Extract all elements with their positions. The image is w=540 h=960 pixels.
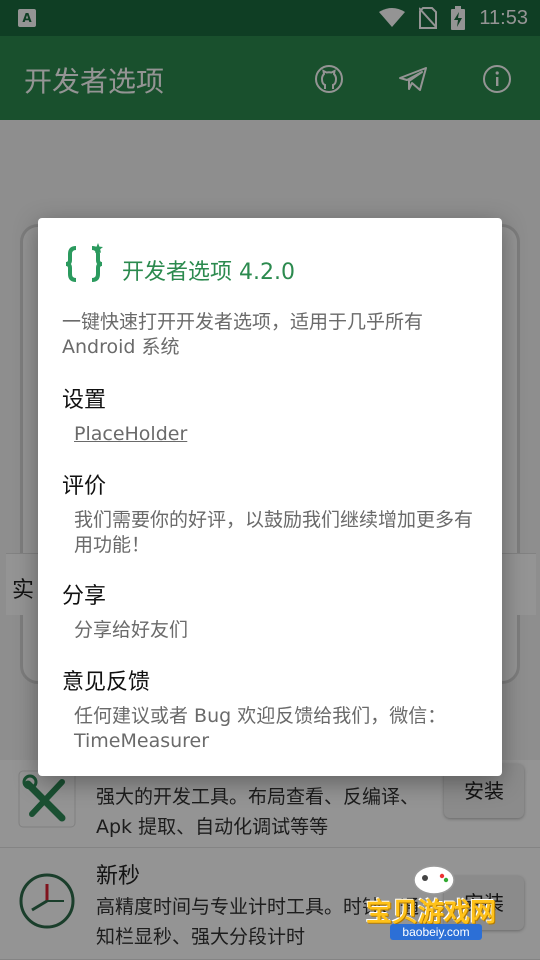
rate-heading[interactable]: 评价 [62,468,106,500]
gamepad-icon [413,865,455,895]
feedback-heading[interactable]: 意见反馈 [62,664,150,696]
share-heading[interactable]: 分享 [62,578,106,610]
curly-braces-star-icon [65,243,103,282]
dialog-intro: 一键快速打开开发者选项，适用于几乎所有 Android 系统 [62,311,424,358]
settings-heading: 设置 [62,388,107,413]
settings-link[interactable]: PlaceHolder [74,422,187,447]
rate-text[interactable]: 我们需要你的好评，以鼓励我们继续增加更多有用功能！ [74,508,484,558]
watermark-url: baobeiy.com [390,924,482,940]
watermark-logo: 宝贝游戏网 baobeiy.com [360,862,512,946]
about-dialog: 开发者选项 4.2.0 一键快速打开开发者选项，适用于几乎所有 Android … [38,218,502,776]
share-text[interactable]: 分享给好友们 [74,618,484,643]
feedback-text[interactable]: 任何建议或者 Bug 欢迎反馈给我们，微信：TimeMeasurer [74,704,484,754]
dialog-title: 开发者选项 4.2.0 [122,260,295,285]
